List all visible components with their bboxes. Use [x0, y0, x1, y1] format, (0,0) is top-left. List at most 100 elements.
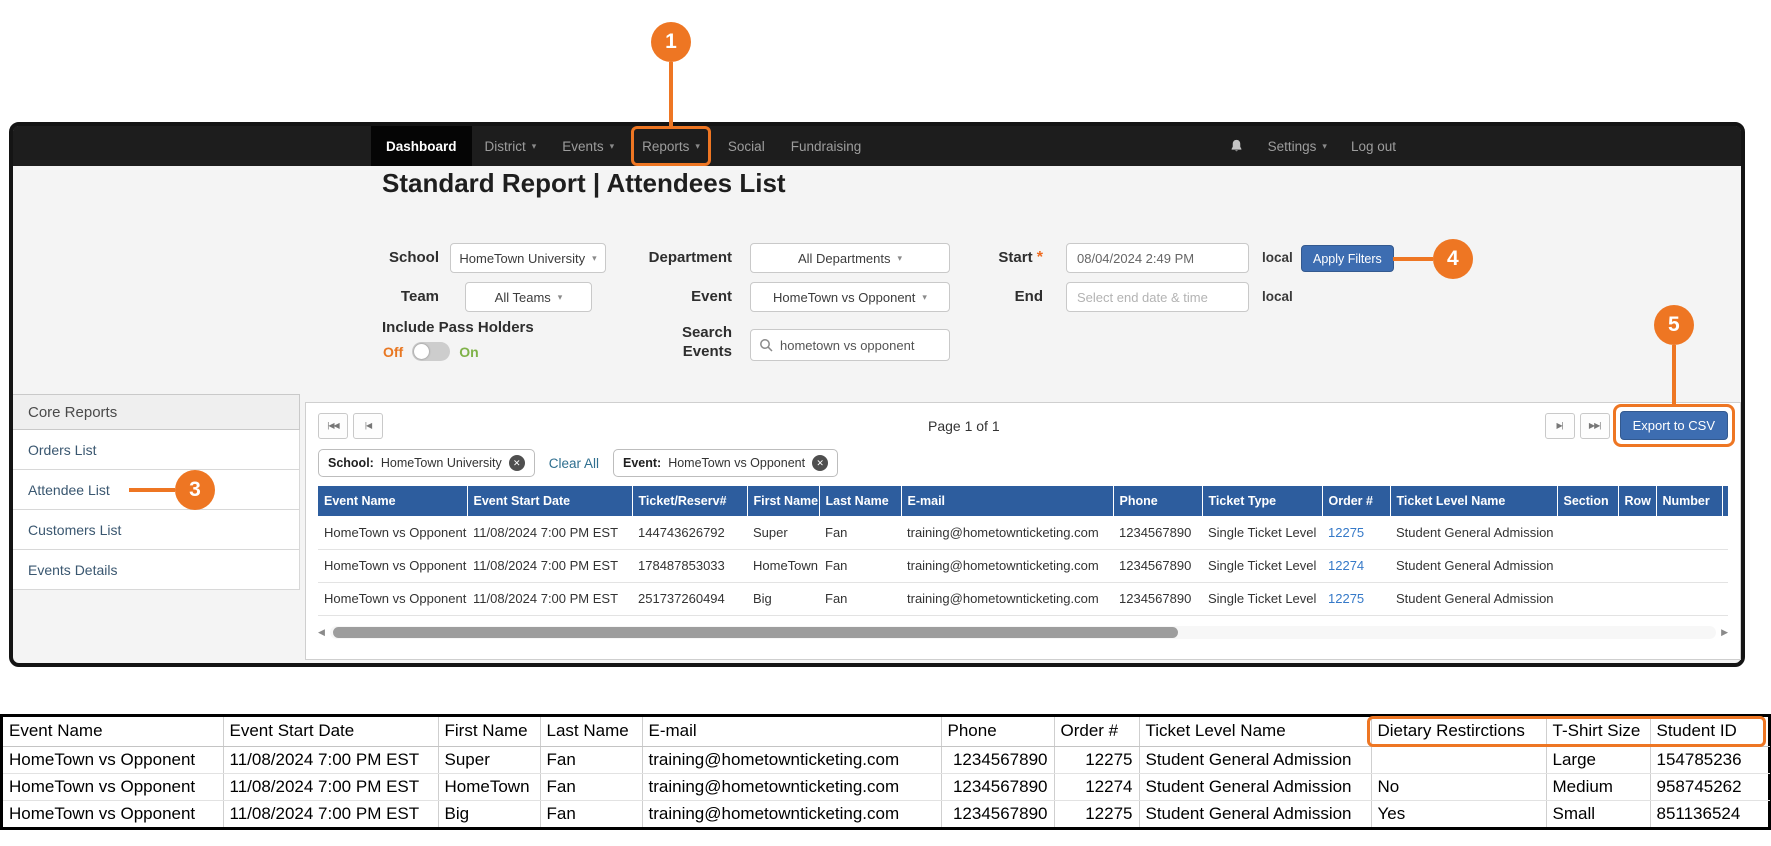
sidebar-item-customers-list[interactable]: Customers List [13, 510, 300, 550]
csv-column-header: E-mail [642, 717, 941, 746]
event-dropdown[interactable]: HomeTown vs Opponent ▾ [750, 282, 950, 312]
column-header: Event Start Date [467, 486, 632, 516]
nav-settings[interactable]: Settings ▾ [1268, 139, 1327, 154]
end-local-suffix: local [1262, 282, 1293, 312]
remove-event-filter-icon[interactable]: ✕ [812, 455, 828, 471]
first-page-button[interactable]: |◀◀ [318, 413, 348, 439]
horizontal-scrollbar: ◀ ▶ [318, 626, 1728, 639]
csv-table: Event Name Event Start Date First Name L… [3, 717, 1770, 827]
page-title: Standard Report | Attendees List [382, 168, 786, 199]
annotation-badge-3: 3 [175, 470, 215, 510]
event-label: Event [612, 282, 732, 312]
csv-column-header: Order # [1054, 717, 1139, 746]
apply-filters-button[interactable]: Apply Filters 4 [1301, 245, 1394, 272]
table-row: HomeTown vs Opponent 11/08/2024 7:00 PM … [318, 582, 1728, 615]
team-dropdown[interactable]: All Teams ▾ [465, 282, 592, 312]
order-link[interactable]: 12274 [1322, 549, 1390, 582]
column-header: Phone [1113, 486, 1202, 516]
sidebar-header: Core Reports [13, 394, 300, 430]
remove-school-filter-icon[interactable]: ✕ [509, 455, 525, 471]
csv-column-header: Event Start Date [223, 717, 438, 746]
school-dropdown[interactable]: HomeTown University ▾ [450, 243, 606, 273]
core-reports-sidebar: Core Reports Orders List Attendee List 3… [13, 394, 300, 590]
required-marker: * [1037, 249, 1043, 266]
page-info: Page 1 of 1 [383, 418, 1545, 434]
department-dropdown[interactable]: All Departments ▾ [750, 243, 950, 273]
csv-column-header: Event Name [3, 717, 223, 746]
column-header: Co [1722, 486, 1728, 516]
department-label: Department [612, 243, 732, 273]
end-label: End [933, 282, 1043, 312]
column-header: Ticket/Reserv# [632, 486, 747, 516]
search-events-field [750, 329, 950, 361]
column-header: Ticket Level Name [1390, 486, 1557, 516]
start-local-suffix: local [1262, 243, 1293, 273]
app-window: Dashboard District ▾ Events ▾ Reports ▾ … [9, 122, 1745, 667]
search-events-input[interactable] [780, 338, 941, 353]
end-date-input[interactable] [1066, 282, 1249, 312]
csv-row: HomeTown vs Opponent 11/08/2024 7:00 PM … [3, 800, 1770, 827]
annotation-badge-1: 1 [651, 22, 691, 62]
csv-column-header: Ticket Level Name [1139, 717, 1371, 746]
annotation-badge-5: 5 [1654, 305, 1694, 345]
pass-holders-toggle[interactable] [412, 342, 450, 361]
table-row: HomeTown vs Opponent 11/08/2024 7:00 PM … [318, 516, 1728, 549]
sidebar-item-orders-list[interactable]: Orders List [13, 430, 300, 470]
export-to-csv-button[interactable]: Export to CSV [1620, 411, 1728, 440]
start-date-input[interactable] [1066, 243, 1249, 273]
annotation-line-4 [1393, 257, 1433, 261]
scrollbar-thumb[interactable] [333, 627, 1179, 638]
clear-all-link[interactable]: Clear All [549, 456, 599, 471]
csv-column-header: Phone [941, 717, 1054, 746]
column-header: Ticket Type [1202, 486, 1322, 516]
toggle-on-label: On [459, 344, 478, 360]
caret-down-icon: ▾ [897, 253, 902, 264]
order-link[interactable]: 12275 [1322, 516, 1390, 549]
nav-dashboard[interactable]: Dashboard [371, 126, 472, 166]
table-row: HomeTown vs Opponent 11/08/2024 7:00 PM … [318, 549, 1728, 582]
toggle-off-label: Off [383, 344, 403, 360]
csv-column-header: T-Shirt Size [1546, 717, 1650, 746]
annotation-line-5 [1672, 345, 1676, 404]
bell-icon[interactable] [1229, 138, 1244, 154]
nav-social[interactable]: Social [715, 126, 778, 166]
column-header: Last Name [819, 486, 901, 516]
annotation-line-1 [669, 62, 673, 129]
next-page-button[interactable]: ▶| [1545, 413, 1575, 439]
annotation-badge-4: 4 [1433, 239, 1473, 279]
school-label: School [349, 243, 439, 273]
column-header: Order # [1322, 486, 1390, 516]
caret-down-icon: ▾ [558, 292, 563, 303]
order-link[interactable]: 12275 [1322, 582, 1390, 615]
column-header: Section [1557, 486, 1618, 516]
scroll-right-icon[interactable]: ▶ [1721, 627, 1728, 638]
team-label: Team [349, 282, 439, 312]
previous-page-button[interactable]: |◀ [353, 413, 383, 439]
include-pass-holders-label: Include Pass Holders [382, 319, 534, 336]
column-header: E-mail [901, 486, 1113, 516]
column-header: Row [1618, 486, 1656, 516]
csv-column-header: Dietary Restirctions [1371, 717, 1546, 746]
nav-district[interactable]: District ▾ [472, 126, 550, 166]
nav-fundraising[interactable]: Fundraising [778, 126, 875, 166]
toggle-knob [414, 344, 429, 359]
start-label: Start * [933, 243, 1043, 273]
pagination-toolbar: |◀◀ |◀ Page 1 of 1 ▶| ▶▶| Export to CSV … [306, 403, 1740, 446]
last-page-button[interactable]: ▶▶| [1580, 413, 1610, 439]
caret-down-icon: ▾ [610, 141, 615, 152]
csv-column-header: First Name [438, 717, 540, 746]
nav-reports[interactable]: Reports ▾ 1 [631, 126, 711, 166]
csv-header-row: Event Name Event Start Date First Name L… [3, 717, 1770, 746]
caret-down-icon: ▾ [1322, 141, 1327, 152]
caret-down-icon: ▾ [695, 141, 700, 152]
nav-events[interactable]: Events ▾ [549, 126, 627, 166]
sidebar-item-attendee-list[interactable]: Attendee List 3 [13, 470, 300, 510]
csv-column-header: Student ID [1650, 717, 1770, 746]
nav-logout[interactable]: Log out [1351, 139, 1396, 154]
search-events-label: Search Events [647, 324, 732, 362]
annotation-line-3 [129, 488, 175, 492]
scroll-left-icon[interactable]: ◀ [318, 627, 325, 638]
filter-chips-row: School: HomeTown University ✕ Clear All … [306, 446, 1740, 486]
sidebar-item-events-details[interactable]: Events Details [13, 550, 300, 590]
scrollbar-track[interactable] [330, 626, 1716, 639]
